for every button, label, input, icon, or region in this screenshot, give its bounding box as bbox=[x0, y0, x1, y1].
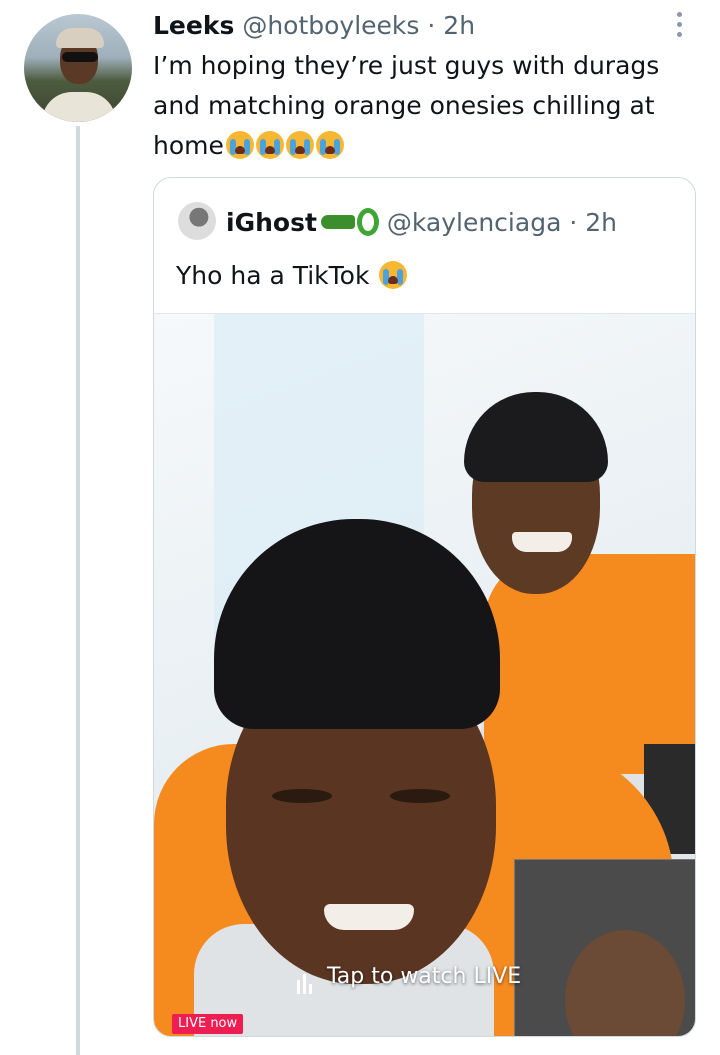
author-avatar[interactable] bbox=[24, 14, 132, 122]
tweet-text: I’m hoping they’re just guys with durags… bbox=[153, 46, 703, 166]
author-handle[interactable]: @hotboyleeks bbox=[242, 11, 419, 40]
tweet-header: Leeks @hotboyleeks · 2h bbox=[153, 8, 475, 44]
quoted-tweet-header: iGhost @kaylenciaga · 2h bbox=[178, 202, 617, 242]
tweet-time[interactable]: 2h bbox=[443, 11, 475, 40]
snake-emoji-icon bbox=[356, 208, 379, 236]
quoted-tweet-time: 2h bbox=[585, 208, 618, 237]
tap-to-watch-live-button[interactable]: Tap to watch LIVE bbox=[297, 960, 521, 994]
more-options-icon[interactable] bbox=[672, 12, 686, 40]
live-now-badge: LIVE now bbox=[172, 1014, 244, 1034]
separator-dot: · bbox=[569, 208, 578, 237]
quoted-author-avatar bbox=[178, 202, 216, 240]
crying-face-emoji-icon bbox=[285, 131, 314, 159]
quoted-tweet-body: Yho ha a TikTok bbox=[176, 261, 370, 290]
crying-face-emoji-icon bbox=[379, 261, 408, 289]
quoted-author-name: iGhost bbox=[226, 208, 317, 237]
thread-line bbox=[76, 126, 80, 1055]
crocodile-emoji-icon bbox=[320, 215, 355, 229]
quoted-tweet-text: Yho ha a TikTok bbox=[176, 256, 408, 296]
author-name[interactable]: Leeks bbox=[153, 11, 234, 40]
tiktok-live-video[interactable]: Tap to watch LIVE LIVE now bbox=[154, 313, 695, 1036]
quoted-tweet[interactable]: iGhost @kaylenciaga · 2h Yho ha a TikTok… bbox=[153, 177, 696, 1037]
guest-video-inset bbox=[514, 859, 695, 1036]
quoted-author-handle: @kaylenciaga bbox=[386, 208, 562, 237]
crying-face-emoji-icon bbox=[225, 131, 254, 159]
separator-dot: · bbox=[427, 11, 436, 40]
live-bars-icon bbox=[297, 960, 315, 994]
watch-live-label: Tap to watch LIVE bbox=[327, 964, 522, 989]
crying-face-emoji-icon bbox=[255, 131, 284, 159]
crying-face-emoji-icon bbox=[315, 131, 344, 159]
